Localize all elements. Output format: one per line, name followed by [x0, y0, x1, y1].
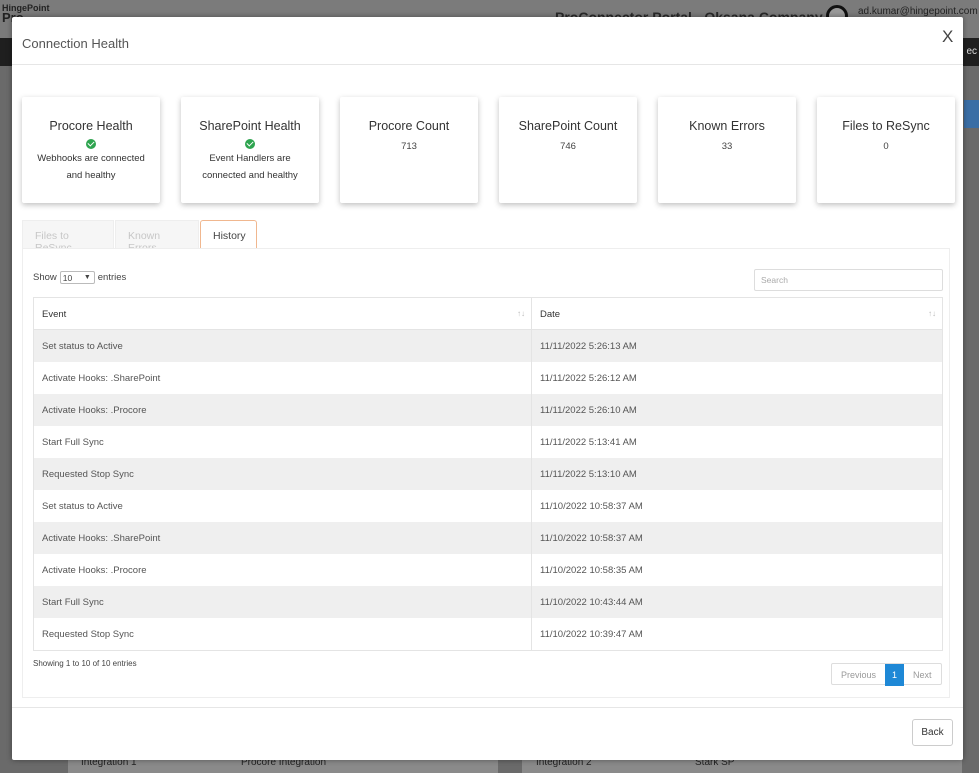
tab-history[interactable]: History	[200, 220, 257, 248]
table-row: Start Full Sync 11/11/2022 5:13:41 AM	[34, 426, 942, 458]
modal-footer-divider	[12, 707, 963, 708]
table-row: Activate Hooks: .SharePoint 11/11/2022 5:…	[34, 362, 942, 394]
table-row: Set status to Active 11/10/2022 10:58:37 …	[34, 490, 942, 522]
history-table: Event ↑↓ Date ↑↓ Set status to Active 11/…	[33, 297, 943, 651]
connection-health-modal: Connection Health X Procore Health Webho…	[12, 17, 963, 760]
tab-bar: Files to ReSync Known Errors History	[22, 220, 952, 254]
table-row: Requested Stop Sync 11/10/2022 10:39:47 A…	[34, 618, 942, 650]
previous-button[interactable]: Previous	[832, 664, 885, 686]
table-row: Activate Hooks: .SharePoint 11/10/2022 10…	[34, 522, 942, 554]
tab-files-to-resync[interactable]: Files to ReSync	[22, 220, 114, 254]
history-panel: Show 10 ▼ entries Event ↑↓ Date ↑↓ Set s…	[22, 248, 950, 698]
column-header-date[interactable]: Date ↑↓	[532, 298, 942, 329]
page-size-select[interactable]: 10 ▼	[59, 271, 95, 284]
health-cards: Procore Health Webhooks are connected an…	[22, 97, 957, 207]
user-email: ad.kumar@hingepoint.com	[858, 6, 978, 17]
close-button[interactable]: X	[942, 27, 953, 47]
background-blue-button	[964, 100, 979, 128]
tab-known-errors[interactable]: Known Errors	[115, 220, 199, 254]
column-header-event[interactable]: Event ↑↓	[34, 298, 532, 329]
check-circle-icon	[245, 139, 255, 149]
page-1-button[interactable]: 1	[885, 664, 905, 686]
chevron-down-icon: ▼	[83, 274, 91, 281]
next-button[interactable]: Next	[904, 664, 941, 686]
table-body: Set status to Active 11/11/2022 5:26:13 A…	[34, 330, 942, 650]
show-entries: Show 10 ▼ entries	[33, 271, 127, 284]
table-row: Requested Stop Sync 11/11/2022 5:13:10 AM	[34, 458, 942, 490]
card-sharepoint-count: SharePoint Count 746	[499, 97, 637, 203]
card-files-to-resync: Files to ReSync 0	[817, 97, 955, 203]
sort-icon: ↑↓	[517, 309, 525, 318]
card-known-errors: Known Errors 33	[658, 97, 796, 203]
check-circle-icon	[86, 139, 96, 149]
table-row: Set status to Active 11/11/2022 5:26:13 A…	[34, 330, 942, 362]
back-button[interactable]: Back	[912, 719, 953, 746]
background-nav-text: ec	[966, 46, 977, 57]
modal-header: Connection Health X	[12, 17, 963, 65]
table-row: Activate Hooks: .Procore 11/11/2022 5:26:…	[34, 394, 942, 426]
modal-title: Connection Health	[22, 36, 129, 51]
card-procore-count: Procore Count 713	[340, 97, 478, 203]
table-header: Event ↑↓ Date ↑↓	[34, 298, 942, 330]
card-procore-health: Procore Health Webhooks are connected an…	[22, 97, 160, 203]
pagination: Previous 1 Next	[831, 663, 942, 686]
table-row: Start Full Sync 11/10/2022 10:43:44 AM	[34, 586, 942, 618]
card-sharepoint-health: SharePoint Health Event Handlers are con…	[181, 97, 319, 203]
search-input[interactable]	[754, 269, 943, 291]
table-info: Showing 1 to 10 of 10 entries	[33, 659, 137, 668]
table-row: Activate Hooks: .Procore 11/10/2022 10:58…	[34, 554, 942, 586]
sort-icon: ↑↓	[928, 309, 936, 318]
